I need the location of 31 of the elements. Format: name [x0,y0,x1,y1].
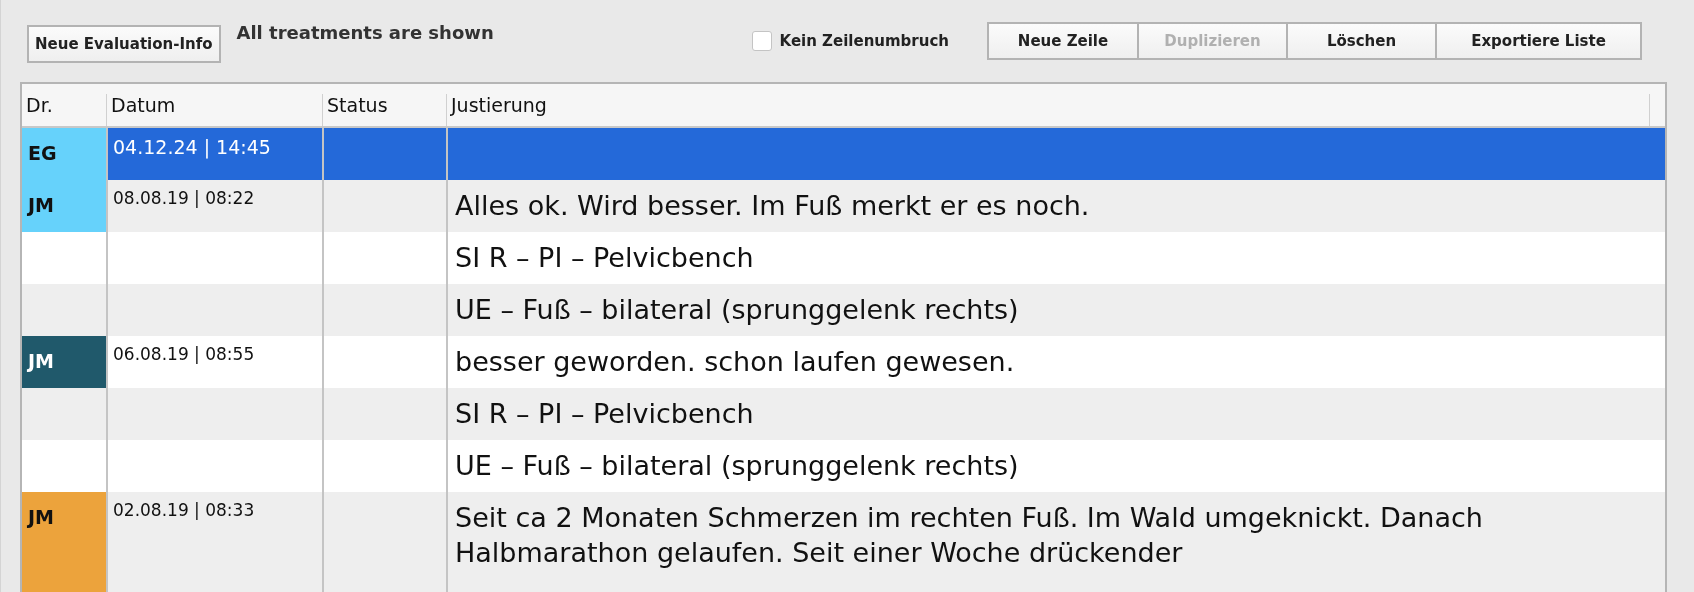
adjustment-text: SI R – PI – Pelvicbench [455,398,754,429]
toolbar-button[interactable]: Löschen [1286,22,1437,60]
date-cell: 06.08.19 | 08:55 [113,344,255,364]
toolbar-button[interactable]: Neue Zeile [987,22,1139,60]
adjustment-text: UE – Fuß – bilateral (sprunggelenk rechts) [455,294,1019,325]
toolbar-button[interactable]: Exportiere Liste [1435,22,1642,60]
column-header[interactable]: Dr. [22,94,106,126]
doctor-cell: JM [22,492,106,592]
adjustment-text: besser geworden. schon laufen gewesen. [455,346,1015,377]
adjustment-text: UE – Fuß – bilateral (sprunggelenk rechts) [455,450,1019,481]
date-cell: 04.12.24 | 14:45 [113,136,271,158]
doctor-cell: JM [22,180,106,232]
column-header[interactable]: Justierung [446,94,1649,126]
adjustment-text: SI R – PI – Pelvicbench [455,242,754,273]
table-row[interactable]: JM 08.08.19 | 08:22 Alles ok. Wird besser. Im Fuß merkt er es noch. [22,180,1665,232]
adjustment-text: Alles ok. Wird besser. Im Fuß merkt er es noch. [455,190,1090,221]
doctor-cell: JM [22,336,106,388]
adjustment-text: Seit ca 2 Monaten Schmerzen im rechten Fuß. Im Wald umgeknickt. Danach Halbmarathon gelaufen. Seit einer Woche drückender [455,502,1483,569]
no-wrap-label: Kein Zeilenumbruch [779,32,949,50]
column-header[interactable]: Status [322,94,446,126]
no-wrap-checkbox[interactable] [751,31,772,51]
new-evaluation-info-button[interactable]: Neue Evaluation-Info [27,25,221,63]
date-cell: 02.08.19 | 08:33 [113,500,255,520]
filter-status-label: All treatments are shown [236,22,494,43]
date-cell: 08.08.19 | 08:22 [113,188,255,208]
column-header[interactable]: Datum [106,94,322,126]
doctor-cell: EG [22,128,106,180]
table-row[interactable]: SI R – PI – Pelvicbench [22,388,1665,440]
table-row[interactable]: UE – Fuß – bilateral (sprunggelenk rechts) [22,284,1665,336]
table-row[interactable]: JM 02.08.19 | 08:33 Seit ca 2 Monaten Schmerzen im rechten Fuß. Im Wald umgeknickt. Danach Halbmarathon gelaufen. Seit einer Woche drückender [22,492,1665,592]
table-row[interactable]: EG 04.12.24 | 14:45 [22,128,1665,180]
